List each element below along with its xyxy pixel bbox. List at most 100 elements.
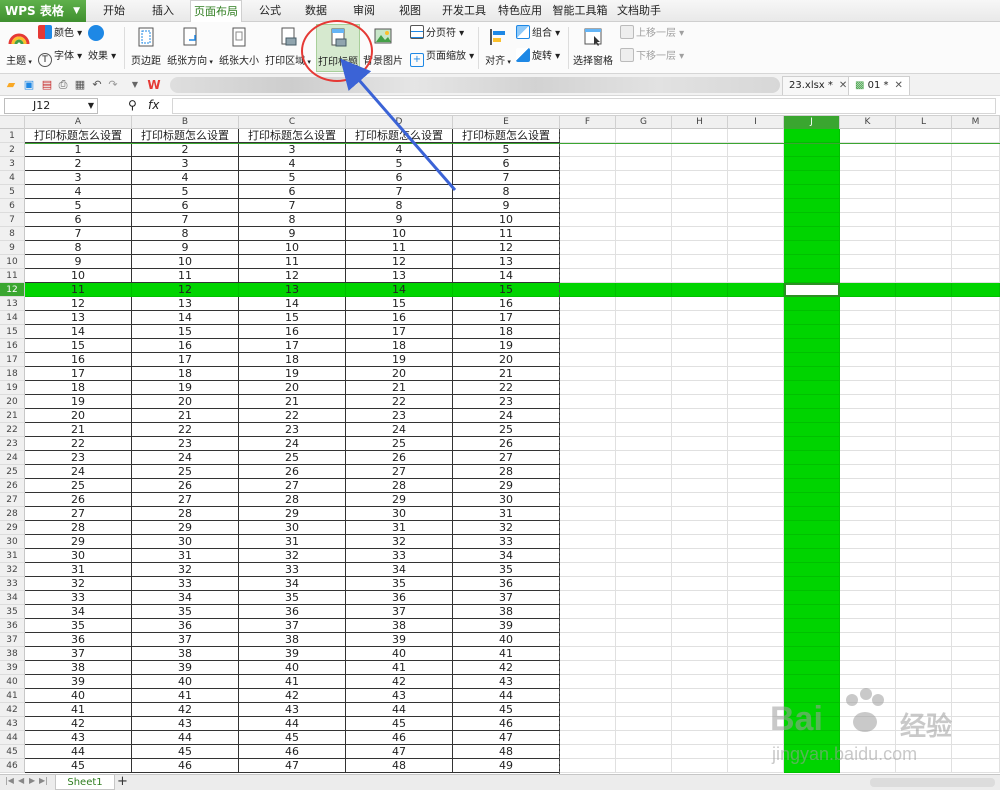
cell[interactable] bbox=[672, 619, 728, 633]
cell[interactable] bbox=[728, 381, 784, 395]
cell[interactable] bbox=[896, 143, 952, 157]
cell[interactable] bbox=[672, 381, 728, 395]
column-header-j[interactable]: J bbox=[784, 116, 840, 129]
cell[interactable]: 5 bbox=[453, 143, 560, 157]
row-header[interactable]: 40 bbox=[0, 675, 25, 689]
cell[interactable] bbox=[616, 451, 672, 465]
cell[interactable] bbox=[616, 619, 672, 633]
cell[interactable]: 15 bbox=[346, 297, 453, 311]
cell[interactable] bbox=[672, 451, 728, 465]
cell[interactable]: 28 bbox=[239, 493, 346, 507]
cell[interactable] bbox=[672, 185, 728, 199]
cell[interactable]: 46 bbox=[239, 745, 346, 759]
cell[interactable] bbox=[784, 381, 840, 395]
cell[interactable] bbox=[728, 563, 784, 577]
cell[interactable]: 48 bbox=[453, 745, 560, 759]
cell[interactable] bbox=[784, 129, 840, 143]
cell[interactable] bbox=[840, 213, 896, 227]
align-button[interactable]: 对齐 ▾ bbox=[484, 24, 512, 72]
cell[interactable]: 42 bbox=[346, 675, 453, 689]
cell[interactable] bbox=[560, 577, 616, 591]
cell[interactable] bbox=[784, 633, 840, 647]
cell[interactable]: 46 bbox=[346, 731, 453, 745]
cell[interactable] bbox=[672, 353, 728, 367]
cell[interactable]: 24 bbox=[453, 409, 560, 423]
cell[interactable] bbox=[840, 563, 896, 577]
row-header[interactable]: 11 bbox=[0, 269, 25, 283]
selection-pane-button[interactable]: 选择窗格 bbox=[572, 24, 614, 72]
cell[interactable] bbox=[728, 591, 784, 605]
cell[interactable]: 38 bbox=[346, 619, 453, 633]
cell[interactable] bbox=[672, 493, 728, 507]
cell[interactable]: 41 bbox=[25, 703, 132, 717]
cell[interactable]: 40 bbox=[132, 675, 239, 689]
cell[interactable]: 11 bbox=[346, 241, 453, 255]
cell[interactable] bbox=[896, 563, 952, 577]
cell[interactable] bbox=[616, 591, 672, 605]
cell[interactable]: 28 bbox=[346, 479, 453, 493]
row-header[interactable]: 6 bbox=[0, 199, 25, 213]
cell[interactable]: 5 bbox=[25, 199, 132, 213]
cell[interactable]: 13 bbox=[132, 297, 239, 311]
row-header[interactable]: 22 bbox=[0, 423, 25, 437]
cell[interactable]: 37 bbox=[346, 605, 453, 619]
cell[interactable] bbox=[896, 549, 952, 563]
cell[interactable] bbox=[728, 451, 784, 465]
cell[interactable] bbox=[896, 605, 952, 619]
cell[interactable]: 43 bbox=[239, 703, 346, 717]
cell[interactable] bbox=[728, 185, 784, 199]
row-header[interactable]: 3 bbox=[0, 157, 25, 171]
cell[interactable] bbox=[616, 255, 672, 269]
row-header[interactable]: 14 bbox=[0, 311, 25, 325]
cell[interactable]: 29 bbox=[25, 535, 132, 549]
cell[interactable] bbox=[952, 647, 1000, 661]
page-zoom-button[interactable]: + 页面缩放 ▾ bbox=[410, 48, 474, 67]
cell[interactable] bbox=[840, 367, 896, 381]
cell[interactable] bbox=[672, 409, 728, 423]
cell[interactable]: 16 bbox=[132, 339, 239, 353]
cell[interactable] bbox=[784, 409, 840, 423]
cell[interactable] bbox=[952, 339, 1000, 353]
cell[interactable]: 34 bbox=[132, 591, 239, 605]
cell[interactable] bbox=[616, 157, 672, 171]
cell[interactable] bbox=[616, 143, 672, 157]
cell[interactable] bbox=[728, 395, 784, 409]
cell[interactable]: 11 bbox=[132, 269, 239, 283]
cell[interactable]: 22 bbox=[25, 437, 132, 451]
cell[interactable]: 42 bbox=[239, 689, 346, 703]
cell[interactable]: 40 bbox=[239, 661, 346, 675]
row-header[interactable]: 36 bbox=[0, 619, 25, 633]
cell[interactable]: 14 bbox=[132, 311, 239, 325]
cell[interactable] bbox=[560, 479, 616, 493]
cell[interactable] bbox=[728, 255, 784, 269]
cell[interactable]: 10 bbox=[346, 227, 453, 241]
cell[interactable] bbox=[616, 745, 672, 759]
cell[interactable] bbox=[560, 437, 616, 451]
cell[interactable] bbox=[896, 157, 952, 171]
cell[interactable] bbox=[616, 465, 672, 479]
cell[interactable]: 26 bbox=[239, 465, 346, 479]
close-icon[interactable]: ✕ bbox=[895, 80, 903, 91]
cell[interactable] bbox=[896, 647, 952, 661]
cell[interactable]: 30 bbox=[453, 493, 560, 507]
cell[interactable] bbox=[560, 521, 616, 535]
cell[interactable] bbox=[784, 535, 840, 549]
cell[interactable] bbox=[896, 227, 952, 241]
cell[interactable] bbox=[840, 619, 896, 633]
bring-forward-button[interactable]: 上移一层 ▾ bbox=[620, 25, 684, 43]
cell[interactable]: 26 bbox=[25, 493, 132, 507]
cell[interactable] bbox=[728, 493, 784, 507]
cell[interactable] bbox=[896, 437, 952, 451]
cell[interactable]: 12 bbox=[132, 283, 239, 297]
undo-icon[interactable]: ↶ bbox=[90, 78, 104, 92]
chevron-down-icon[interactable]: ▼ bbox=[128, 78, 142, 92]
cell[interactable] bbox=[784, 619, 840, 633]
cell[interactable]: 42 bbox=[453, 661, 560, 675]
cell[interactable] bbox=[728, 521, 784, 535]
cell[interactable]: 41 bbox=[346, 661, 453, 675]
cell[interactable] bbox=[784, 423, 840, 437]
cell[interactable] bbox=[952, 157, 1000, 171]
cell[interactable]: 45 bbox=[453, 703, 560, 717]
tab-data[interactable]: 数据 bbox=[296, 0, 336, 22]
cell[interactable] bbox=[560, 269, 616, 283]
